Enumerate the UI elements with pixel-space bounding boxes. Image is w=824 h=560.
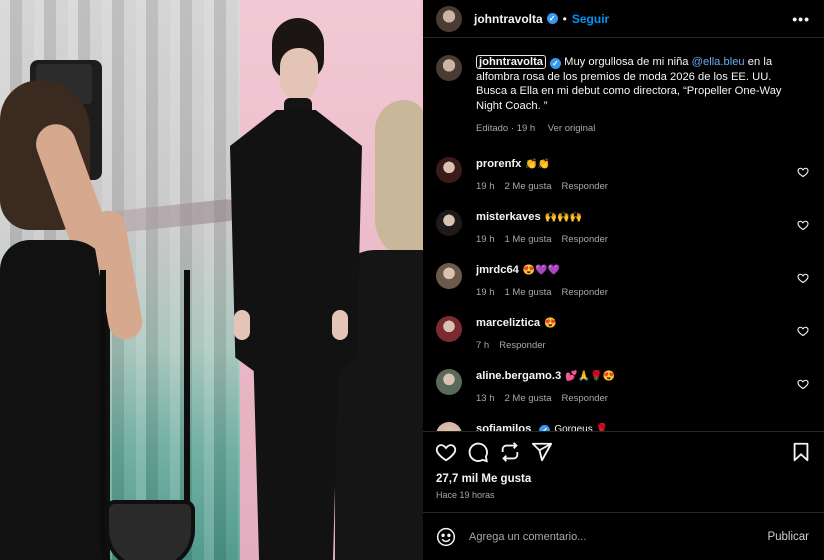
comment-like-heart-icon[interactable] bbox=[797, 377, 809, 389]
reply-button[interactable]: Responder bbox=[562, 393, 608, 404]
author-username[interactable]: johntravolta bbox=[474, 12, 543, 26]
comment-row: sofiamilos ✓ Gorgeus 🌹 bbox=[436, 421, 811, 432]
caption-username[interactable]: johntravolta bbox=[476, 55, 547, 69]
comment-likes[interactable]: 2 Me gusta bbox=[505, 393, 552, 404]
caption-text-start: Muy orgullosa de mi niña bbox=[561, 56, 692, 68]
reply-button[interactable]: Responder bbox=[562, 234, 608, 245]
reply-button[interactable]: Responder bbox=[562, 287, 608, 298]
commenter-avatar[interactable] bbox=[436, 209, 462, 236]
comment-time: 13 h bbox=[476, 392, 495, 404]
commenter-username[interactable]: sofiamilos bbox=[476, 423, 531, 432]
posted-time: Hace 19 horas bbox=[436, 490, 495, 500]
comment-time: 19 h bbox=[476, 286, 495, 298]
heart-icon[interactable] bbox=[435, 441, 457, 463]
comment-likes[interactable]: 2 Me gusta bbox=[505, 181, 552, 192]
commenter-username[interactable]: aline.bergamo.3 bbox=[476, 370, 561, 382]
comment-row: marceliztica 😍 7 h Responder bbox=[436, 315, 811, 369]
comment-like-heart-icon[interactable] bbox=[797, 271, 809, 283]
commenter-username[interactable]: jmrdc64 bbox=[476, 264, 519, 276]
more-options-icon[interactable]: ••• bbox=[792, 11, 810, 27]
separator-dot: • bbox=[562, 11, 567, 26]
comment-row: misterkaves 🙌🙌🙌 19 h 1 Me gusta Responder bbox=[436, 209, 811, 263]
verified-badge-icon: ✓ bbox=[550, 58, 562, 69]
commenter-avatar[interactable] bbox=[436, 421, 462, 431]
photographer bbox=[0, 60, 200, 560]
post-panel: johntravolta ✓ • Seguir ••• johntravolta… bbox=[423, 0, 824, 560]
see-original-link[interactable]: Ver original bbox=[548, 123, 596, 134]
action-bar bbox=[423, 431, 824, 471]
caption: johntravolta ✓ Muy orgullosa de mi niña @… bbox=[436, 55, 811, 137]
post-header: johntravolta ✓ • Seguir ••• bbox=[423, 0, 824, 38]
comment-time: 7 h bbox=[476, 339, 490, 351]
reply-button[interactable]: Responder bbox=[499, 340, 545, 351]
commenter-avatar[interactable] bbox=[436, 156, 462, 183]
comments-list[interactable]: johntravolta ✓ Muy orgullosa de mi niña @… bbox=[423, 39, 824, 431]
caption-edited: Editado · 19 h bbox=[476, 123, 536, 134]
comment-text: 🙌🙌🙌 bbox=[544, 211, 583, 223]
comment-text: 👏👏 bbox=[525, 158, 551, 170]
comment-time: 19 h bbox=[476, 233, 495, 245]
verified-badge-icon: ✓ bbox=[546, 13, 558, 24]
author-avatar[interactable] bbox=[436, 5, 462, 32]
add-comment-bar: Publicar bbox=[423, 512, 824, 560]
comment-likes[interactable]: 1 Me gusta bbox=[505, 234, 552, 245]
commenter-avatar[interactable] bbox=[436, 368, 462, 395]
comment-row: jmrdc64 😍💜💜 19 h 1 Me gusta Responder bbox=[436, 262, 811, 316]
commenter-avatar[interactable] bbox=[436, 315, 462, 342]
comment-text: 💕🙏🌹😍 bbox=[565, 370, 615, 382]
commenter-avatar[interactable] bbox=[436, 262, 462, 289]
post-comment-button[interactable]: Publicar bbox=[767, 531, 809, 543]
commenter-username[interactable]: marceliztica bbox=[476, 317, 540, 329]
likes-count[interactable]: 27,7 mil Me gusta bbox=[436, 473, 531, 485]
comment-like-heart-icon[interactable] bbox=[797, 324, 809, 336]
post-image[interactable] bbox=[0, 0, 423, 560]
comment-text: Gorgeus 🌹 bbox=[554, 423, 608, 432]
comment-input[interactable] bbox=[469, 530, 768, 543]
comment-icon[interactable] bbox=[467, 441, 489, 463]
comment-row: aline.bergamo.3 💕🙏🌹😍 13 h 2 Me gusta Respond… bbox=[436, 368, 811, 422]
comment-time: 19 h bbox=[476, 180, 495, 192]
send-icon[interactable] bbox=[531, 441, 553, 463]
camera-bag bbox=[105, 500, 195, 560]
reply-button[interactable]: Responder bbox=[562, 181, 608, 192]
commenter-username[interactable]: misterkaves bbox=[476, 211, 541, 223]
comment-row: prorenfx 👏👏 19 h 2 Me gusta Responder bbox=[436, 156, 811, 210]
caption-avatar[interactable] bbox=[436, 55, 462, 81]
comment-like-heart-icon[interactable] bbox=[797, 165, 809, 177]
bookmark-icon[interactable] bbox=[790, 441, 812, 463]
comment-text: 😍💜💜 bbox=[522, 264, 561, 276]
emoji-icon[interactable] bbox=[436, 527, 456, 547]
comment-text: 😍 bbox=[544, 317, 557, 329]
commenter-username[interactable]: prorenfx bbox=[476, 158, 521, 170]
follow-button[interactable]: Seguir bbox=[572, 12, 609, 26]
model-in-black-dress bbox=[222, 10, 372, 560]
comment-likes[interactable]: 1 Me gusta bbox=[505, 287, 552, 298]
caption-mention[interactable]: @ella.bleu bbox=[692, 56, 745, 68]
comment-like-heart-icon[interactable] bbox=[797, 218, 809, 230]
repost-icon[interactable] bbox=[499, 441, 521, 463]
